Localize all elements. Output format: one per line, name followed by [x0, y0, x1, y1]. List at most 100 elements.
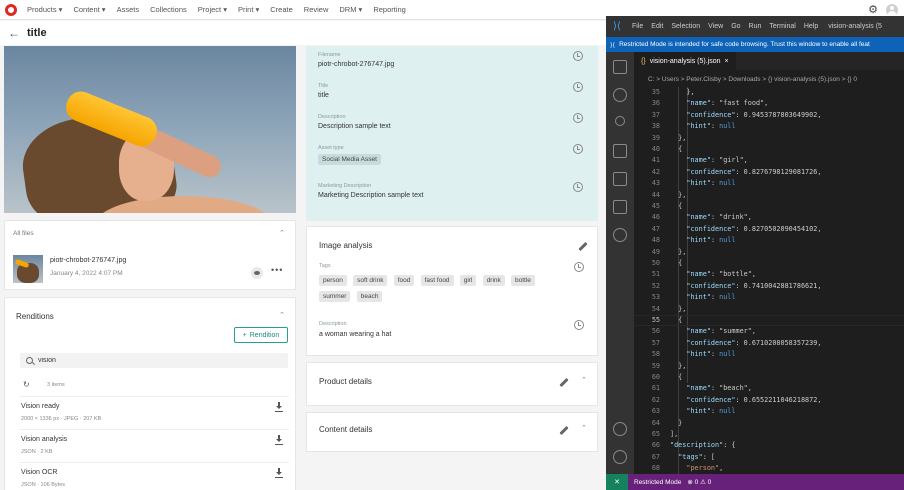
explorer-icon[interactable]	[613, 60, 627, 74]
nav-print[interactable]: Print ▾	[238, 5, 259, 14]
download-icon[interactable]	[275, 435, 283, 445]
tag[interactable]: beach	[356, 291, 383, 302]
code-editor[interactable]: 35 }, 36 "name": "fast food", 37 "confiden…	[634, 87, 904, 474]
code-line[interactable]: 51 "name": "bottle",	[634, 269, 904, 280]
code-line[interactable]: 47 "confidence": 0.8270502090454102,	[634, 224, 904, 235]
gear-icon[interactable]: ⚙	[868, 3, 878, 16]
code-line[interactable]: 62 "confidence": 0.6552211046218872,	[634, 395, 904, 406]
restricted-mode-status[interactable]: Restricted Mode	[634, 479, 681, 486]
menu-run[interactable]: Run	[749, 23, 762, 30]
file-name[interactable]: piotr-chrobot-276747.jpg	[50, 257, 126, 264]
back-arrow-icon[interactable]: ←	[8, 26, 20, 40]
search-input[interactable]	[38, 357, 238, 364]
list-item[interactable]: Vision ready 2000 × 1336 px · JPEG · 207…	[19, 396, 289, 428]
history-icon[interactable]	[573, 144, 583, 154]
field-value[interactable]: Description sample text	[318, 123, 391, 130]
code-line[interactable]: 49 },	[634, 247, 904, 258]
code-line[interactable]: 67 "tags": [	[634, 452, 904, 463]
nav-content[interactable]: Content ▾	[73, 5, 105, 14]
code-line[interactable]: 40 {	[634, 144, 904, 155]
nav-products[interactable]: Products ▾	[27, 5, 62, 14]
problems-status[interactable]: ⊗ 0 ⚠ 0	[687, 478, 711, 486]
code-line[interactable]: 39 },	[634, 133, 904, 144]
code-line[interactable]: 41 "name": "girl",	[634, 155, 904, 166]
tag[interactable]: fast food	[420, 275, 454, 286]
code-line[interactable]: 46 "name": "drink",	[634, 212, 904, 223]
tab-vision-analysis[interactable]: {} vision-analysis (5).json ×	[634, 52, 736, 70]
field-value[interactable]: Marketing Description sample text	[318, 192, 423, 199]
brand-logo[interactable]	[5, 3, 17, 16]
nav-review[interactable]: Review	[304, 5, 329, 14]
breadcrumb[interactable]: C: > Users > Peter.Clisby > Downloads > …	[634, 72, 904, 86]
history-icon[interactable]	[574, 320, 584, 330]
tag[interactable]: bottle	[511, 275, 535, 286]
menu-go[interactable]: Go	[731, 23, 740, 30]
tag[interactable]: food	[393, 275, 415, 286]
list-item[interactable]: Vision analysis JSON · 2 KB	[19, 429, 289, 461]
menu-selection[interactable]: Selection	[671, 23, 700, 30]
menu-view[interactable]: View	[708, 23, 723, 30]
edit-pencil-icon[interactable]	[578, 241, 588, 252]
tag[interactable]: girl	[459, 275, 477, 286]
code-line[interactable]: 68 "person",	[634, 463, 904, 474]
chevron-up-icon[interactable]: ⌃	[279, 229, 285, 237]
settings-gear-icon[interactable]	[613, 450, 627, 464]
more-options-icon[interactable]: •••	[271, 265, 283, 275]
chevron-up-icon[interactable]: ⌃	[581, 424, 587, 432]
tag[interactable]: soft drink	[353, 275, 388, 286]
history-icon[interactable]	[573, 182, 583, 192]
code-line[interactable]: 43 "hint": null	[634, 178, 904, 189]
code-line[interactable]: 56 "name": "summer",	[634, 326, 904, 337]
edit-pencil-icon[interactable]	[559, 425, 569, 436]
download-icon[interactable]	[275, 402, 283, 412]
menu-help[interactable]: Help	[804, 23, 818, 30]
code-line[interactable]: 58 "hint": null	[634, 349, 904, 360]
code-line[interactable]: 36 "name": "fast food",	[634, 98, 904, 109]
code-line[interactable]: 50 {	[634, 258, 904, 269]
code-line[interactable]: 48 "hint": null	[634, 235, 904, 246]
source-control-icon[interactable]	[615, 116, 625, 126]
asset-preview-image[interactable]	[4, 46, 296, 213]
nav-project[interactable]: Project ▾	[198, 5, 227, 14]
code-line[interactable]: 38 "hint": null	[634, 121, 904, 132]
list-item[interactable]: Vision OCR JSON · 106 Bytes	[19, 462, 289, 490]
product-details-panel[interactable]: Product details ⌃	[306, 362, 598, 406]
close-icon[interactable]: ×	[725, 58, 729, 65]
renditions-search[interactable]	[20, 353, 288, 368]
history-icon[interactable]	[573, 113, 583, 123]
code-line[interactable]: 59 },	[634, 361, 904, 372]
file-thumbnail[interactable]	[13, 255, 43, 283]
code-line[interactable]: 52 "confidence": 0.7410042881786621,	[634, 281, 904, 292]
nav-assets[interactable]: Assets	[117, 5, 140, 14]
remote-explorer-icon[interactable]	[613, 200, 627, 214]
run-debug-icon[interactable]	[613, 144, 627, 158]
nav-reporting[interactable]: Reporting	[373, 5, 406, 14]
docker-icon[interactable]	[613, 228, 627, 242]
menu-terminal[interactable]: Terminal	[769, 23, 795, 30]
add-rendition-button[interactable]: + Rendition	[234, 327, 288, 343]
code-line[interactable]: 61 "name": "beach",	[634, 383, 904, 394]
code-line[interactable]: 37 "confidence": 0.9453787803649902,	[634, 110, 904, 121]
code-line[interactable]: 42 "confidence": 0.8276798129081726,	[634, 167, 904, 178]
nav-collections[interactable]: Collections	[150, 5, 187, 14]
history-icon[interactable]	[574, 262, 584, 272]
preview-eye-icon[interactable]	[251, 267, 263, 279]
menu-edit[interactable]: Edit	[651, 23, 663, 30]
remote-indicator[interactable]: ✕	[606, 474, 628, 490]
code-line[interactable]: 54 },	[634, 304, 904, 315]
code-line[interactable]: 65],	[634, 429, 904, 440]
field-value[interactable]: title	[318, 92, 329, 99]
tag[interactable]: drink	[482, 275, 505, 286]
nav-drm[interactable]: DRM ▾	[339, 5, 362, 14]
tag[interactable]: person	[319, 275, 347, 286]
code-line[interactable]: 64 }	[634, 418, 904, 429]
code-line[interactable]: 35 },	[634, 87, 904, 98]
code-line[interactable]: 57 "confidence": 0.6710208058357239,	[634, 338, 904, 349]
chevron-up-icon[interactable]: ⌃	[279, 311, 285, 319]
code-line[interactable]: 45 {	[634, 201, 904, 212]
avatar[interactable]	[886, 3, 898, 16]
nav-create[interactable]: Create	[270, 5, 293, 14]
refresh-icon[interactable]: ↻	[23, 380, 30, 389]
history-icon[interactable]	[573, 51, 583, 61]
code-line[interactable]: 44 },	[634, 190, 904, 201]
